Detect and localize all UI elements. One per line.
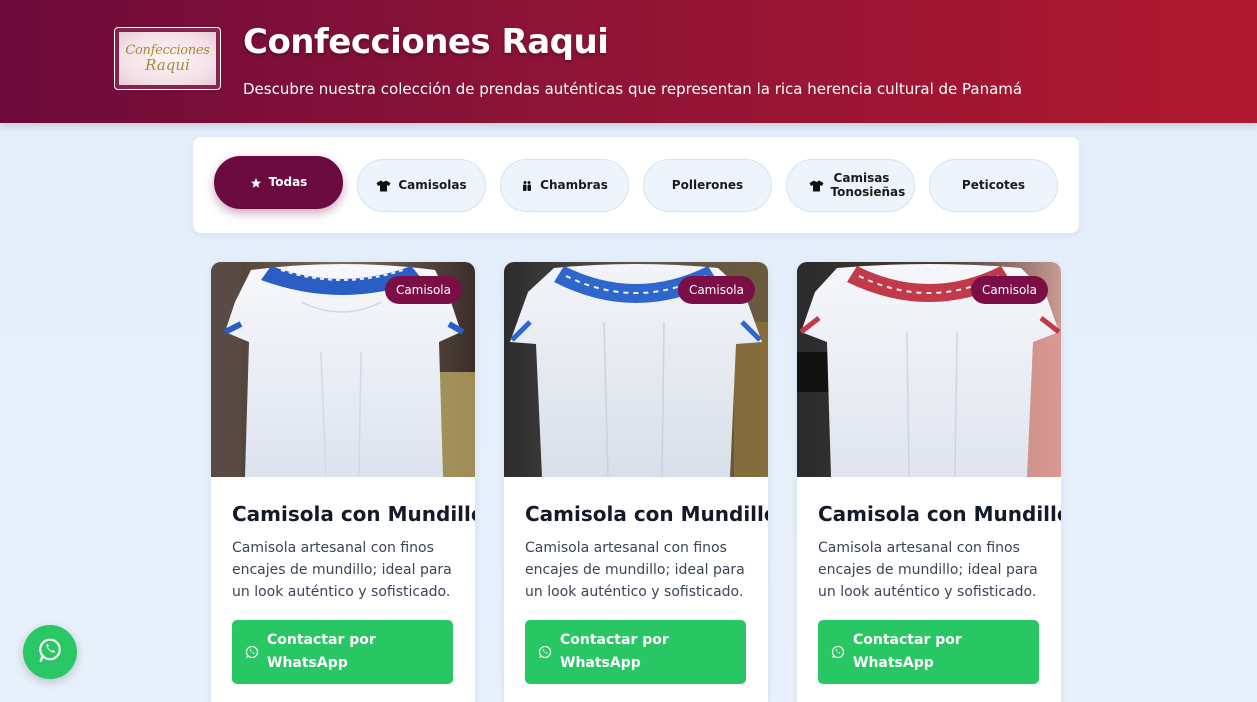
button-label: Contactar por WhatsApp — [853, 632, 962, 671]
filter-label: Pollerones — [671, 177, 744, 192]
category-badge: Camisola — [677, 276, 755, 304]
contact-whatsapp-button[interactable]: Contactar por WhatsApp — [818, 620, 1039, 684]
product-image[interactable]: Camisola — [211, 262, 475, 477]
contact-whatsapp-button[interactable]: Contactar por WhatsApp — [525, 620, 746, 684]
star-icon — [250, 177, 262, 189]
filter-chip-camisolas[interactable]: Camisolas — [357, 159, 486, 212]
product-image[interactable]: Camisola — [797, 262, 1061, 477]
product-image[interactable]: Camisola — [504, 262, 768, 477]
product-description: Camisola artesanal con finos encajes de … — [525, 540, 745, 600]
product-description: Camisola artesanal con finos encajes de … — [232, 540, 452, 600]
whatsapp-icon — [37, 637, 63, 667]
filter-chip-todas[interactable]: Todas — [214, 156, 343, 209]
filter-label: Peticotes — [961, 177, 1026, 192]
filter-chip-peticotes[interactable]: Peticotes — [929, 159, 1058, 212]
page-subtitle: Descubre nuestra colección de prendas au… — [243, 80, 1023, 98]
button-label: Contactar por WhatsApp — [560, 632, 669, 671]
user-group-icon — [521, 180, 533, 192]
site-header: Confecciones Raqui Confecciones Raqui De… — [0, 0, 1257, 123]
page-title: Confecciones Raqui — [243, 22, 609, 62]
filter-chip-polleroness[interactable]: Pollerones — [643, 159, 772, 212]
brand-logo[interactable]: Confecciones Raqui — [114, 27, 221, 90]
whatsapp-icon — [245, 644, 259, 667]
logo-text: Raqui — [145, 56, 190, 74]
filter-label: Todas — [268, 174, 308, 189]
whatsapp-icon — [538, 644, 552, 667]
whatsapp-icon — [831, 644, 845, 667]
category-filter-bar: Todas Camisolas Chambras Pollerones Cami… — [193, 137, 1079, 233]
product-title: Camisola con Mundillo — [525, 502, 768, 526]
product-card: Camisola Camisola con Mundillo Camisola … — [797, 262, 1061, 702]
shirt-icon — [809, 180, 824, 192]
shirt-icon — [376, 180, 391, 192]
product-card: Camisola Camisola con Mundillo Camisola … — [504, 262, 768, 702]
product-title: Camisola con Mundillo — [818, 502, 1061, 526]
filter-label: Camisas Tonosieñas — [830, 170, 906, 199]
product-card: Camisola Camisola con Mundillo Camisola … — [211, 262, 475, 702]
whatsapp-float-button[interactable] — [23, 625, 77, 679]
button-label: Contactar por WhatsApp — [267, 632, 376, 671]
filter-label: Camisolas — [398, 177, 467, 192]
product-title: Camisola con Mundillo — [232, 502, 475, 526]
filter-chip-chambras[interactable]: Chambras — [500, 159, 629, 212]
filter-label: Chambras — [540, 177, 608, 192]
category-badge: Camisola — [384, 276, 462, 304]
category-badge: Camisola — [970, 276, 1048, 304]
contact-whatsapp-button[interactable]: Contactar por WhatsApp — [232, 620, 453, 684]
filter-chip-camisas-tonosienas[interactable]: Camisas Tonosieñas — [786, 159, 915, 212]
product-description: Camisola artesanal con finos encajes de … — [818, 540, 1038, 600]
